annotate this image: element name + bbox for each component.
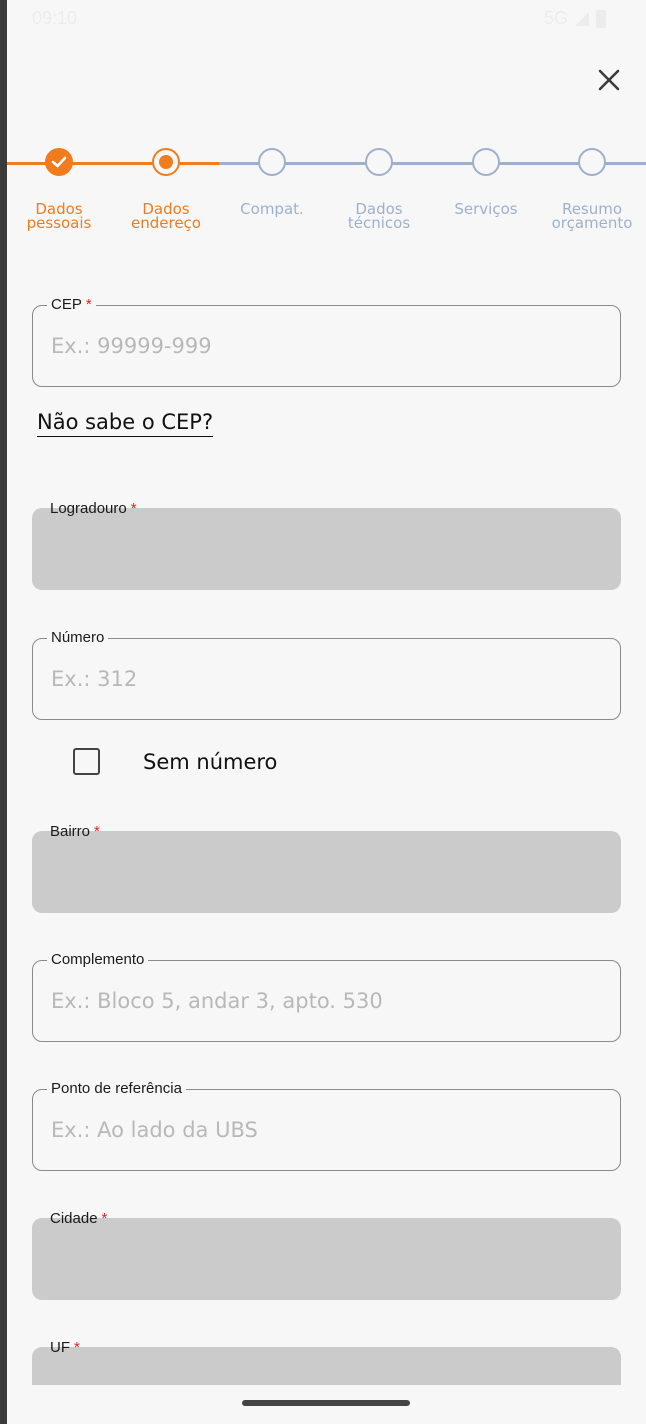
- signal-icon: [575, 11, 589, 26]
- status-time: 09:10: [32, 8, 78, 28]
- step-dados-tecnicos[interactable]: [365, 148, 395, 178]
- step-servicos[interactable]: [472, 148, 502, 178]
- sem-numero-row[interactable]: Sem número: [73, 748, 277, 775]
- status-indicators: 5G: [544, 8, 606, 29]
- home-indicator[interactable]: [242, 1400, 410, 1406]
- numero-placeholder: Ex.: 312: [51, 667, 138, 691]
- complemento-label: Complemento: [47, 951, 149, 968]
- step-active-circle: [152, 148, 180, 176]
- cidade-label: Cidade *: [50, 1210, 108, 1227]
- status-bar: 09:10 5G: [7, 0, 646, 36]
- close-icon: [598, 69, 620, 91]
- step-label-dados-tecnicos: Dados técnicos: [347, 200, 411, 232]
- complemento-placeholder: Ex.: Bloco 5, andar 3, apto. 530: [51, 989, 383, 1013]
- sem-numero-label: Sem número: [143, 749, 278, 774]
- stepper-line-done: [7, 162, 219, 165]
- sem-numero-checkbox[interactable]: [73, 748, 100, 775]
- step-check-circle: [45, 148, 73, 176]
- uf-label: UF *: [50, 1339, 80, 1356]
- step-pending-circle: [472, 148, 500, 176]
- cidade-field[interactable]: Cidade *: [32, 1210, 621, 1300]
- step-compat[interactable]: [258, 148, 288, 178]
- referencia-label: Ponto de referência: [47, 1080, 186, 1097]
- step-dados-endereco[interactable]: [152, 148, 182, 178]
- complemento-field[interactable]: Complemento Ex.: Bloco 5, andar 3, apto.…: [32, 951, 621, 1042]
- close-button[interactable]: [591, 62, 627, 98]
- network-label: 5G: [543, 8, 568, 28]
- address-form-sheet: 09:10 5G Dados pessoais Dados endereço C…: [7, 0, 646, 1424]
- cep-label: CEP *: [47, 296, 96, 313]
- numero-label: Número: [47, 629, 109, 646]
- cep-help-link[interactable]: Não sabe o CEP?: [37, 410, 214, 437]
- step-dados-pessoais[interactable]: [45, 148, 75, 178]
- cep-field[interactable]: CEP * Ex.: 99999-999: [32, 296, 621, 387]
- step-active-dot: [159, 155, 173, 169]
- step-label-servicos: Serviços: [454, 200, 518, 218]
- step-label-resumo-orcamento: Resumo orçamento: [551, 200, 633, 232]
- bairro-field[interactable]: Bairro *: [32, 823, 621, 913]
- referencia-placeholder: Ex.: Ao lado da UBS: [51, 1118, 258, 1142]
- numero-field[interactable]: Número Ex.: 312: [32, 629, 621, 720]
- step-pending-circle: [365, 148, 393, 176]
- logradouro-label: Logradouro *: [50, 500, 137, 517]
- step-label-compat: Compat.: [240, 200, 304, 218]
- check-icon: [51, 156, 67, 168]
- logradouro-field[interactable]: Logradouro *: [32, 500, 621, 590]
- step-pending-circle: [578, 148, 606, 176]
- step-resumo-orcamento[interactable]: [578, 148, 608, 178]
- referencia-field[interactable]: Ponto de referência Ex.: Ao lado da UBS: [32, 1080, 621, 1171]
- battery-icon: [596, 9, 606, 28]
- step-label-dados-pessoais: Dados pessoais: [26, 200, 92, 232]
- bairro-label: Bairro *: [50, 823, 100, 840]
- step-pending-circle: [258, 148, 286, 176]
- cep-placeholder: Ex.: 99999-999: [51, 334, 212, 358]
- step-label-dados-endereco: Dados endereço: [131, 200, 201, 232]
